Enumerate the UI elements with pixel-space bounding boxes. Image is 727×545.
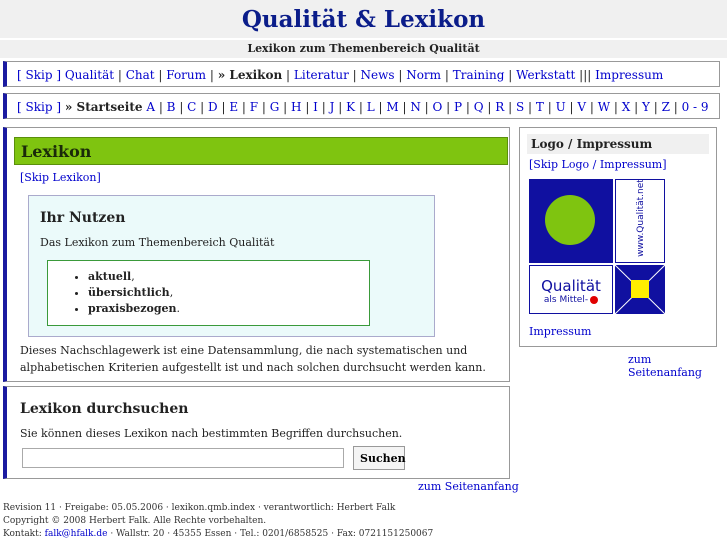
logo-tagline-row: als Mittel- bbox=[530, 294, 612, 306]
logo-panel-title: Logo / Impressum bbox=[527, 134, 709, 154]
site-header: Qualität & Lexikon bbox=[0, 0, 727, 38]
list-item: aktuell, bbox=[88, 269, 180, 285]
alpha-letter-link[interactable]: H bbox=[291, 100, 301, 114]
nav-item-news[interactable]: News bbox=[360, 68, 394, 82]
logo-wordmark-tile: Qualität als Mittel- bbox=[529, 265, 613, 314]
nav-item-qualitaet[interactable]: Qualität bbox=[65, 68, 114, 82]
nav-item-literatur[interactable]: Literatur bbox=[294, 68, 349, 82]
nav-item-impressum[interactable]: Impressum bbox=[595, 68, 663, 82]
search-description: Sie können dieses Lexikon nach bestimmte… bbox=[20, 427, 403, 440]
logo-word: Qualität bbox=[541, 277, 601, 295]
alpha-letter-link[interactable]: Z bbox=[662, 100, 670, 114]
footer-email-link[interactable]: falk@hfalk.de bbox=[45, 529, 108, 539]
nav-item-chat[interactable]: Chat bbox=[126, 68, 155, 82]
benefits-list: aktuell, übersichtlich, praxisbezogen. bbox=[48, 269, 180, 317]
alpha-letter-link[interactable]: 0 - 9 bbox=[682, 100, 709, 114]
alpha-letter-link[interactable]: K bbox=[346, 100, 355, 114]
logo-tagline: als Mittel- bbox=[543, 295, 589, 305]
lexikon-description: Dieses Nachschlagewerk ist eine Datensam… bbox=[20, 344, 486, 374]
logo-impressum-link[interactable]: Impressum bbox=[529, 325, 591, 338]
alpha-letter-link[interactable]: N bbox=[410, 100, 421, 114]
search-title: Lexikon durchsuchen bbox=[20, 401, 189, 417]
alpha-letter-link[interactable]: P bbox=[454, 100, 462, 114]
alpha-letter-link[interactable]: E bbox=[229, 100, 238, 114]
nav-item-norm[interactable]: Norm bbox=[406, 68, 441, 82]
alpha-letter-link[interactable]: O bbox=[433, 100, 443, 114]
logo-frame-tile bbox=[615, 265, 665, 314]
alpha-skip-link[interactable]: [ Skip ] bbox=[17, 100, 61, 114]
nav-separator: ||| bbox=[579, 68, 592, 82]
nav-item-lexikon-current: » Lexikon bbox=[217, 68, 283, 82]
alpha-letter-link[interactable]: A bbox=[146, 100, 155, 114]
nutzen-box: Ihr Nutzen Das Lexikon zum Themenbereich… bbox=[28, 195, 435, 337]
site-title: Qualität & Lexikon bbox=[241, 6, 486, 33]
red-dot-icon bbox=[590, 295, 599, 304]
alphabet-navigation: [ Skip ] » Startseite A | B | C | D | E … bbox=[3, 93, 720, 119]
benefits-list-box: aktuell, übersichtlich, praxisbezogen. bbox=[47, 260, 370, 326]
to-top-link-sidebar[interactable]: zum Seitenanfang bbox=[628, 353, 727, 379]
frame-square-icon bbox=[615, 265, 665, 314]
alpha-letter-link[interactable]: Y bbox=[642, 100, 650, 114]
list-item: praxisbezogen. bbox=[88, 301, 180, 317]
alpha-letter-link[interactable]: W bbox=[598, 100, 610, 114]
page-footer: Revision 11 · Freigabe: 05.05.2006 · lex… bbox=[3, 502, 723, 541]
search-input[interactable] bbox=[22, 448, 344, 468]
alphabet-letters: A | B | C | D | E | F | G | H | I | J | … bbox=[146, 100, 709, 114]
alpha-letter-link[interactable]: T bbox=[536, 100, 544, 114]
logo-vertical-text-tile: www.Qualität.net bbox=[615, 179, 665, 263]
alpha-letter-link[interactable]: C bbox=[187, 100, 196, 114]
alpha-letter-link[interactable]: M bbox=[386, 100, 398, 114]
nutzen-description: Das Lexikon zum Themenbereich Qualität bbox=[40, 236, 275, 249]
to-top-link-main[interactable]: zum Seitenanfang bbox=[418, 480, 519, 493]
alpha-letter-link[interactable]: V bbox=[577, 100, 586, 114]
alpha-letter-link[interactable]: L bbox=[367, 100, 375, 114]
footer-copyright: Copyright © 2008 Herbert Falk. Alle Rech… bbox=[3, 516, 267, 526]
footer-contact: Kontakt: falk@hfalk.de · Wallstr. 20 · 4… bbox=[3, 529, 434, 539]
logo-circle-tile bbox=[529, 179, 613, 263]
alpha-letter-link[interactable]: S bbox=[516, 100, 524, 114]
nav-item-training[interactable]: Training bbox=[453, 68, 505, 82]
nutzen-title: Ihr Nutzen bbox=[40, 210, 126, 226]
nav-skip-link[interactable]: [ Skip ] bbox=[17, 68, 61, 82]
skip-lexikon-link[interactable]: [Skip Lexikon] bbox=[20, 171, 101, 184]
search-panel: Lexikon durchsuchen Sie können dieses Le… bbox=[3, 386, 510, 479]
logo-vertical-text: www.Qualität.net bbox=[636, 179, 646, 257]
search-button[interactable]: Suchen bbox=[353, 446, 406, 470]
alpha-letter-link[interactable]: X bbox=[622, 100, 631, 114]
alpha-letter-link[interactable]: R bbox=[495, 100, 504, 114]
alpha-letter-link[interactable]: U bbox=[556, 100, 566, 114]
logo-panel: Logo / Impressum [Skip Logo / Impressum]… bbox=[519, 127, 717, 347]
list-item: übersichtlich, bbox=[88, 285, 180, 301]
site-subtitle: Lexikon zum Themenbereich Qualität bbox=[0, 40, 727, 58]
lexikon-panel: Lexikon [Skip Lexikon] Ihr Nutzen Das Le… bbox=[3, 127, 510, 382]
alpha-letter-link[interactable]: D bbox=[208, 100, 218, 114]
nav-item-werkstatt[interactable]: Werkstatt bbox=[516, 68, 575, 82]
nav-item-forum[interactable]: Forum bbox=[166, 68, 206, 82]
alpha-letter-link[interactable]: Q bbox=[474, 100, 484, 114]
alpha-letter-link[interactable]: G bbox=[270, 100, 280, 114]
green-circle-icon bbox=[545, 195, 595, 245]
lexikon-heading: Lexikon bbox=[14, 137, 508, 165]
footer-revision: Revision 11 · Freigabe: 05.05.2006 · lex… bbox=[3, 503, 396, 513]
alpha-letter-link[interactable]: B bbox=[167, 100, 176, 114]
alpha-startseite-current: » Startseite bbox=[64, 100, 143, 114]
main-navigation: [ Skip ] Qualität | Chat | Forum | » Lex… bbox=[3, 61, 720, 87]
skip-logo-link[interactable]: [Skip Logo / Impressum] bbox=[529, 158, 667, 171]
alpha-letter-link[interactable]: F bbox=[250, 100, 258, 114]
